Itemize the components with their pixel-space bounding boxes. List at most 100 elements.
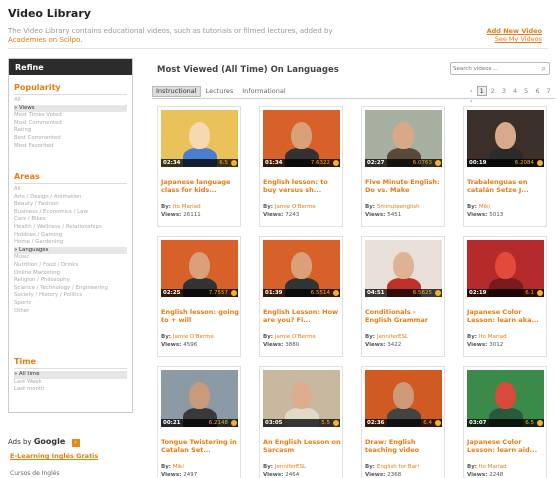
time-item[interactable]: Last month <box>14 386 127 394</box>
see-my-videos-link[interactable]: See My Videos <box>470 35 542 43</box>
areas-item[interactable]: Cars / Bikes <box>14 216 127 224</box>
time-item[interactable]: Last Week <box>14 379 127 387</box>
video-card[interactable]: 02:27 6.0763 Five Minute English: Do vs. M… <box>361 106 445 227</box>
ad-link[interactable]: E-Learning Inglés Gratis <box>10 452 110 460</box>
video-title-link[interactable]: Trabalenguas en catalán Setze J... <box>467 178 545 194</box>
video-title-link[interactable]: Draw: English teaching video <box>365 438 443 454</box>
rating-face-icon <box>231 420 237 426</box>
by-label: By: <box>365 464 377 470</box>
by-label: By: <box>467 334 479 340</box>
views-label: Views: <box>467 342 490 348</box>
video-card[interactable]: 03:07 6.5 Japanese Color Lesson: learn aid… <box>463 366 547 478</box>
page-link[interactable]: 1 <box>476 86 487 96</box>
video-title-link[interactable]: English lesson: going to + will <box>161 308 239 324</box>
video-card[interactable]: 02:34 6.5 Japanese language class for kids… <box>157 106 241 227</box>
by-label: By: <box>263 204 275 210</box>
video-card[interactable]: 04:51 6.5625 Conditionals - English Gramma… <box>361 236 445 357</box>
rating-face-icon <box>333 420 339 426</box>
video-author-link[interactable]: Jamie O'Berme <box>173 334 214 340</box>
areas-item[interactable]: Health / Wellness / Relationships <box>14 224 127 232</box>
search-icon[interactable]: ⌕ <box>542 64 546 74</box>
video-author-link[interactable]: Ito Mariad <box>479 334 507 340</box>
video-card[interactable]: 03:05 5.5 An English Lesson on Sarcasm By: … <box>259 366 343 478</box>
video-author-link[interactable]: English for Bar! <box>377 464 420 470</box>
video-author-link[interactable]: Ito Mariad <box>479 464 507 470</box>
page-link[interactable]: 7 <box>543 86 553 96</box>
add-video-link[interactable]: Add New Video <box>470 27 542 35</box>
video-card[interactable]: 00:21 6.2148 Tongue Twistering in Catalan … <box>157 366 241 478</box>
areas-item[interactable]: Religion / Philosophy <box>14 277 127 285</box>
time-item[interactable]: » All time <box>14 371 127 379</box>
areas-item[interactable]: Other <box>14 308 127 316</box>
areas-item[interactable]: Arts / Design / Animation <box>14 194 127 202</box>
video-author-link[interactable]: Miki <box>479 204 490 210</box>
video-title-link[interactable]: Five Minute English: Do vs. Make <box>365 178 443 194</box>
areas-item[interactable]: All <box>14 186 127 194</box>
areas-item[interactable]: Science / Technology / Engineering <box>14 285 127 293</box>
views-count: 2368 <box>387 472 402 478</box>
areas-item[interactable]: Nutrition / Food / Drinks <box>14 262 127 270</box>
popularity-item[interactable]: All <box>14 97 127 105</box>
video-author-link[interactable]: JenniferESL <box>377 334 408 340</box>
popularity-item[interactable]: Most Times Voted <box>14 112 127 120</box>
thumbnail-info-bar: 03:05 5.5 <box>263 419 340 427</box>
areas-item[interactable]: Home / Gardening <box>14 239 127 247</box>
areas-item[interactable]: Business / Economics / Law <box>14 209 127 217</box>
areas-item[interactable]: Society / History / Politics <box>14 292 127 300</box>
thumbnail-info-bar: 02:36 6.4 <box>365 419 442 427</box>
page-link[interactable]: 3 <box>499 86 509 96</box>
video-author-link[interactable]: Miki <box>173 464 184 470</box>
academies-link[interactable]: Academies on Scilpo. <box>8 36 82 44</box>
page-link[interactable]: 2 <box>488 86 498 96</box>
areas-item[interactable]: Sports <box>14 300 127 308</box>
video-title-link[interactable]: Conditionals - English Grammar <box>365 308 443 324</box>
page-link[interactable]: 5 <box>521 86 531 96</box>
areas-item[interactable]: » Languages <box>14 246 127 255</box>
views-label: Views: <box>161 472 184 478</box>
video-title-link[interactable]: English lesson: to buy versus sh... <box>263 178 341 194</box>
video-author-link[interactable]: Jamie O'Berme <box>275 334 316 340</box>
video-title-link[interactable]: An English Lesson on Sarcasm <box>263 438 341 454</box>
rating-face-icon <box>231 160 237 166</box>
page-link[interactable]: ‹ <box>467 86 476 96</box>
section-title: Most Viewed (All Time) On Languages <box>157 65 339 75</box>
popularity-item[interactable]: Best Commented <box>14 135 127 143</box>
header-divider <box>8 48 548 49</box>
popularity-heading: Popularity <box>14 83 61 92</box>
video-title-link[interactable]: Japanese Color Lesson: learn aka... <box>467 308 545 324</box>
video-card[interactable]: 02:36 6.4 Draw: English teaching video By: … <box>361 366 445 478</box>
video-card[interactable]: 01:39 6.5514 English Lesson: How are you? … <box>259 236 343 357</box>
ad-arrow-icon[interactable]: › <box>71 439 80 447</box>
video-author-link[interactable]: Ito Mariad <box>173 204 201 210</box>
thumbnail-figure-head <box>495 252 516 279</box>
video-author-line: By: Ito Mariad <box>467 334 507 341</box>
thumbnail-info-bar: 03:07 6.5 <box>467 419 544 427</box>
video-title-link[interactable]: Japanese language class for kids... <box>161 178 239 194</box>
tab-informational[interactable]: Informational <box>238 86 289 97</box>
video-card[interactable]: 02:25 7.7557 English lesson: going to + wi… <box>157 236 241 357</box>
video-author-link[interactable]: Jamie O'Berme <box>275 204 316 210</box>
video-author-link[interactable]: JenniferESL <box>275 464 306 470</box>
areas-item[interactable]: Hobbies / Gaming <box>14 232 127 240</box>
video-author-link[interactable]: 5minuteenglish <box>377 204 420 210</box>
popularity-item[interactable]: » Views <box>14 104 127 113</box>
areas-item[interactable]: Online Marketing <box>14 270 127 278</box>
popularity-item[interactable]: Rating <box>14 127 127 135</box>
popularity-item[interactable]: Most Commented <box>14 120 127 128</box>
popularity-item[interactable]: Most Favorited <box>14 143 127 151</box>
video-views: Views: 2248 <box>467 472 503 478</box>
areas-item[interactable]: Beauty / Fashion <box>14 201 127 209</box>
video-card[interactable]: 00:19 6.2084 Trabalenguas en catalán Setze… <box>463 106 547 227</box>
ads-by-text: Ads by <box>8 438 32 446</box>
video-card[interactable]: 02:19 6.1 Japanese Color Lesson: learn aka… <box>463 236 547 357</box>
page-link[interactable]: 6 <box>532 86 542 96</box>
areas-item[interactable]: Music <box>14 254 127 262</box>
video-title-link[interactable]: English Lesson: How are you? Fi... <box>263 308 341 324</box>
search-input[interactable] <box>453 64 533 74</box>
video-title-link[interactable]: Japanese Color Lesson: learn aid... <box>467 438 545 454</box>
video-title-link[interactable]: Tongue Twistering in Catalan Set... <box>161 438 239 454</box>
tab-instructional[interactable]: Instructional <box>152 86 201 97</box>
tab-lectures[interactable]: Lectures <box>202 86 238 97</box>
video-card[interactable]: 01:34 7.6322 English lesson: to buy versus… <box>259 106 343 227</box>
page-link[interactable]: 4 <box>510 86 520 96</box>
